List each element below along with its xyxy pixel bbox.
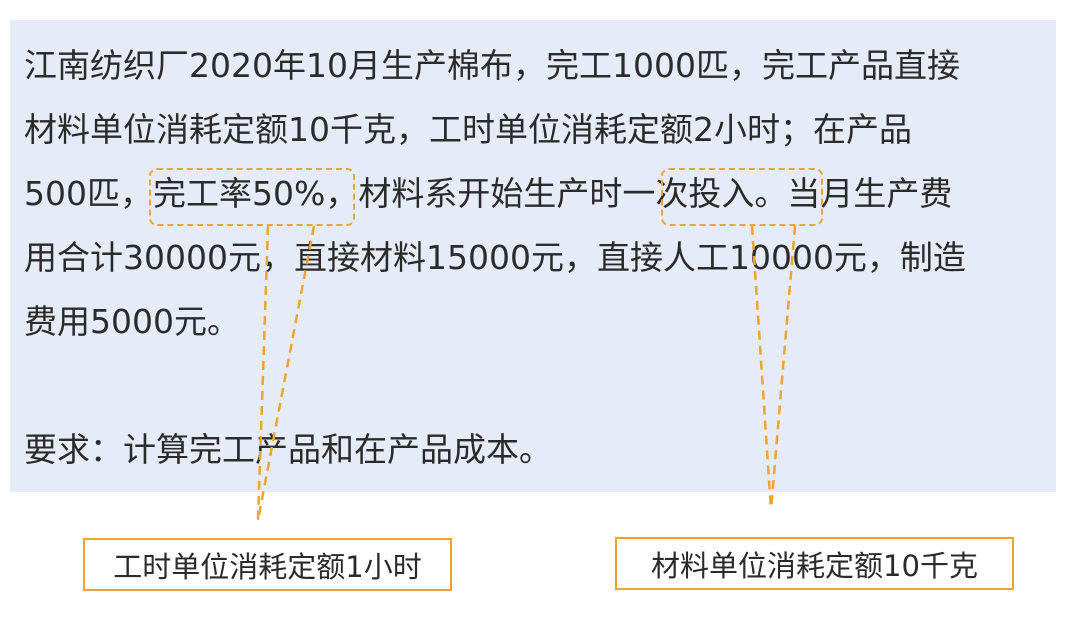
labor-hour-quota-callout: 工时单位消耗定额1小时 — [83, 538, 452, 591]
problem-text-line-1: 江南纺织厂2020年10月生产棉布，完工1000匹，完工产品直接 — [24, 46, 960, 85]
one-time-input-highlight — [661, 168, 823, 226]
problem-text-line-2: 材料单位消耗定额10千克，工时单位消耗定额2小时；在产品 — [24, 110, 912, 149]
completion-rate-highlight — [149, 168, 355, 226]
requirement-text: 要求：计算完工产品和在产品成本。 — [24, 430, 552, 469]
problem-text-line-5: 费用5000元。 — [24, 302, 240, 341]
material-quota-callout: 材料单位消耗定额10千克 — [615, 537, 1014, 590]
problem-text-line-4: 用合计30000元，直接材料15000元，直接人工10000元，制造 — [24, 238, 966, 277]
slide: 江南纺织厂2020年10月生产棉布，完工1000匹，完工产品直接 材料单位消耗定… — [0, 0, 1075, 617]
